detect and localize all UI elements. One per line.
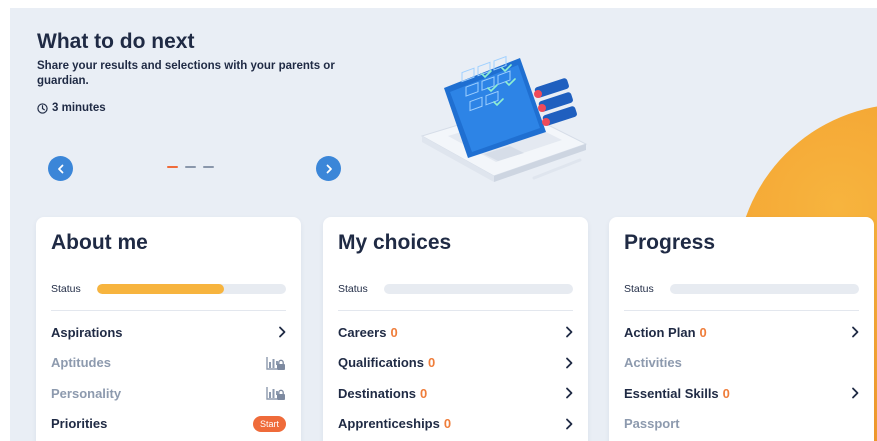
item-label: Priorities bbox=[51, 416, 108, 432]
slide-dot-1[interactable] bbox=[167, 166, 178, 168]
chevron-left-icon bbox=[57, 164, 63, 173]
item-aspirations[interactable]: Aspirations bbox=[51, 317, 286, 348]
chevron-right-icon bbox=[566, 326, 573, 338]
status-row: Status bbox=[338, 283, 573, 295]
status-progress-bar bbox=[97, 284, 286, 294]
hero-title: What to do next bbox=[37, 30, 195, 53]
item-count: 0 bbox=[443, 416, 452, 432]
start-badge[interactable]: Start bbox=[252, 415, 286, 432]
item-label: Activities bbox=[624, 355, 682, 371]
item-count: 0 bbox=[699, 324, 707, 340]
chevron-right-icon bbox=[566, 357, 573, 369]
card-my-choices: My choices Status Careers 0 Qualification… bbox=[323, 217, 588, 441]
slide-indicator bbox=[167, 166, 214, 168]
chevron-right-icon bbox=[279, 326, 286, 338]
item-aptitudes: Aptitudes bbox=[51, 348, 286, 379]
item-careers[interactable]: Careers 0 bbox=[338, 317, 573, 348]
locked-chart-icon bbox=[266, 387, 285, 401]
chevron-right-icon bbox=[326, 164, 332, 173]
previous-slide-button[interactable] bbox=[48, 156, 73, 181]
item-label: Qualifications bbox=[338, 355, 424, 371]
status-label: Status bbox=[624, 283, 654, 295]
status-label: Status bbox=[338, 283, 368, 295]
item-label: Passport bbox=[624, 416, 680, 432]
dashboard: What to do next Share your results and s… bbox=[10, 8, 877, 441]
item-destinations[interactable]: Destinations 0 bbox=[338, 378, 573, 409]
divider bbox=[338, 310, 573, 311]
item-action-plan[interactable]: Action Plan 0 bbox=[624, 317, 859, 348]
item-essential-skills[interactable]: Essential Skills 0 bbox=[624, 378, 859, 409]
status-row: Status bbox=[624, 283, 859, 295]
item-count: 0 bbox=[722, 385, 730, 401]
item-apprenticeships[interactable]: Apprenticeships 0 bbox=[338, 409, 573, 440]
slide-dot-2[interactable] bbox=[185, 166, 196, 168]
item-label: Apprenticeships bbox=[338, 416, 440, 432]
item-label: Destinations bbox=[338, 385, 417, 401]
item-label: Action Plan bbox=[624, 324, 696, 340]
card-title: Progress bbox=[624, 231, 716, 254]
status-row: Status bbox=[51, 283, 286, 295]
item-priorities[interactable]: Priorities Start bbox=[51, 409, 286, 440]
item-label: Aspirations bbox=[51, 324, 123, 340]
card-title: About me bbox=[51, 231, 148, 254]
slide-dot-3[interactable] bbox=[203, 166, 214, 168]
item-qualifications[interactable]: Qualifications 0 bbox=[338, 348, 573, 379]
next-slide-button[interactable] bbox=[316, 156, 341, 181]
chevron-right-icon bbox=[566, 418, 573, 430]
chevron-right-icon bbox=[852, 326, 859, 338]
status-progress-bar bbox=[384, 284, 573, 294]
item-label: Aptitudes bbox=[51, 355, 111, 371]
chevron-right-icon bbox=[566, 387, 573, 399]
item-count: 0 bbox=[420, 385, 428, 401]
laptop-illustration bbox=[420, 55, 588, 182]
item-passport: Passport bbox=[624, 409, 859, 440]
status-progress-bar bbox=[670, 284, 859, 294]
card-about-me: About me Status Aspirations Aptitudes Pe… bbox=[36, 217, 301, 441]
item-activities: Activities bbox=[624, 348, 859, 379]
divider bbox=[624, 310, 859, 311]
item-count: 0 bbox=[427, 355, 436, 371]
status-progress-fill bbox=[97, 284, 224, 294]
hero-description: Share your results and selections with y… bbox=[37, 60, 335, 87]
item-personality: Personality bbox=[51, 378, 286, 409]
duration-text: 3 minutes bbox=[52, 102, 106, 114]
hero-duration: 3 minutes bbox=[37, 102, 106, 114]
clock-icon bbox=[37, 102, 48, 114]
divider bbox=[51, 310, 286, 311]
status-label: Status bbox=[51, 283, 81, 295]
item-label: Essential Skills bbox=[624, 385, 719, 401]
item-label: Careers bbox=[338, 324, 387, 340]
card-progress: Progress Status Action Plan 0 Activities … bbox=[609, 217, 874, 441]
locked-chart-icon bbox=[266, 356, 285, 370]
item-label: Personality bbox=[51, 385, 122, 401]
item-count: 0 bbox=[390, 324, 398, 340]
card-title: My choices bbox=[338, 231, 452, 254]
chevron-right-icon bbox=[852, 387, 859, 399]
